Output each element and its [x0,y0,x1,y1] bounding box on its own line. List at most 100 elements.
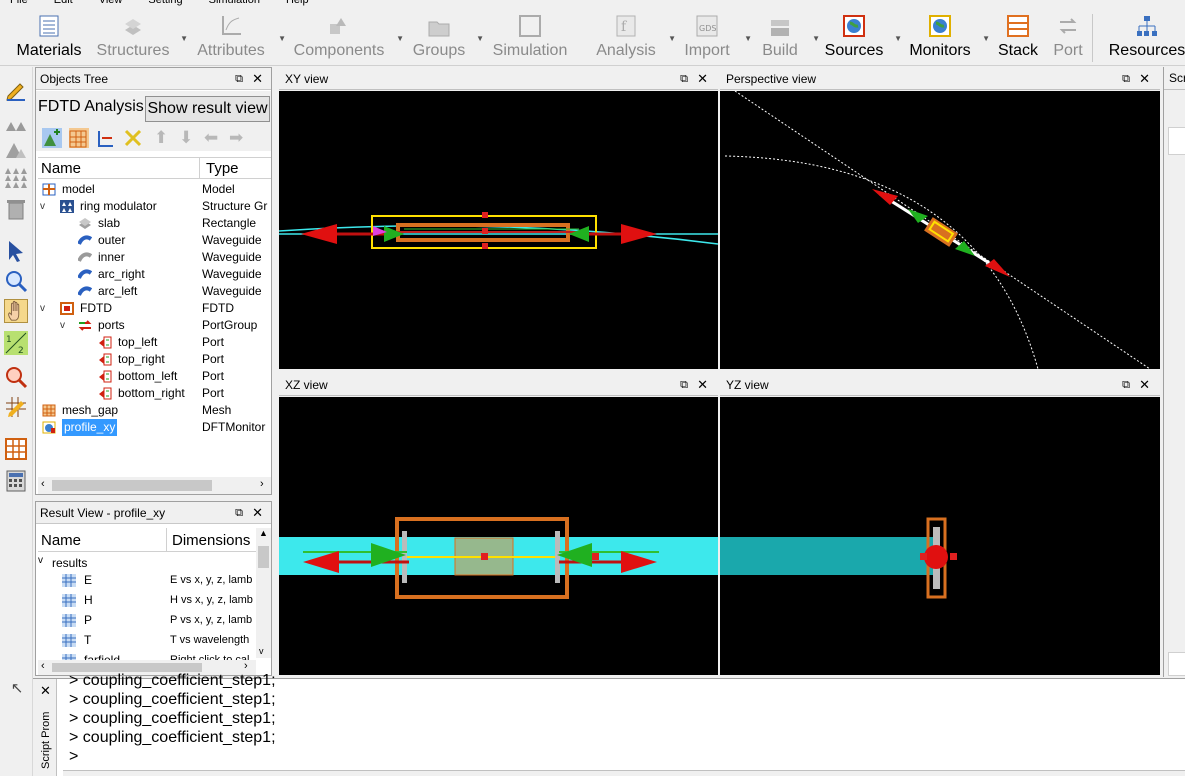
xy-view-canvas[interactable] [279,91,718,369]
float-view-icon[interactable]: ⧉ [1122,68,1130,90]
console-tab[interactable]: Script Prompt [36,711,54,775]
tree-row[interactable]: bottom_right Port [38,385,271,402]
close-panel-icon[interactable]: ✕ [252,502,263,524]
show-result-view-button[interactable]: Show result view [145,96,270,122]
structure-triangle-icon[interactable] [4,137,28,161]
scrollbar-thumb[interactable] [52,480,212,491]
add-structure-icon[interactable] [42,128,62,148]
tree-row[interactable]: outer Waveguide [38,232,271,249]
chevron-down-icon[interactable]: ▼ [894,34,902,43]
tree-row[interactable]: v FDTD FDTD [38,300,271,317]
float-view-icon[interactable]: ⧉ [680,68,688,90]
toolbar-button-port[interactable]: Port [1046,6,1090,66]
results-group-row[interactable]: v results [38,555,256,572]
tree-row[interactable]: mesh_gap Mesh [38,402,271,419]
perspective-view-canvas[interactable] [720,91,1160,369]
close-view-icon[interactable]: ✕ [1139,374,1150,396]
toolbar-button-attributes[interactable]: Attributes ▼ [188,6,286,66]
scrollbar-thumb[interactable] [258,546,269,568]
zoom-region-icon[interactable] [4,365,28,389]
array-icon[interactable] [4,165,28,189]
close-view-icon[interactable]: ✕ [1139,68,1150,90]
toolbar-button-groups[interactable]: Groups ▼ [406,6,484,66]
chevron-down-icon[interactable]: v [60,317,65,334]
result-row[interactable]: P P vs x, y, z, lamb [38,612,256,629]
add-port-icon[interactable] [96,128,116,148]
toolbar-button-sources[interactable]: Sources ▼ [818,6,902,66]
tree-row[interactable]: slab Rectangle [38,215,271,232]
tree-row[interactable]: arc_right Waveguide [38,266,271,283]
toolbar-button-structures[interactable]: Structures ▼ [90,6,188,66]
float-view-icon[interactable]: ⧉ [680,374,688,396]
scroll-up-icon[interactable]: ▲ [259,528,268,538]
toolbar-button-simulation[interactable]: Simulation [484,6,576,66]
script-button[interactable] [1168,652,1185,676]
scroll-right-icon[interactable]: › [260,478,264,490]
column-name[interactable]: Name [41,532,81,549]
float-view-icon[interactable]: ⧉ [1122,374,1130,396]
yz-view-canvas[interactable] [720,397,1160,675]
move-up-icon[interactable]: ⬆ [154,128,168,148]
calculator-icon[interactable] [4,469,28,493]
column-name[interactable]: Name [41,160,81,177]
tree-row[interactable]: top_left Port [38,334,271,351]
add-mesh-icon[interactable] [69,128,89,148]
script-editor-area[interactable] [1168,127,1185,155]
delete-trash-icon[interactable] [4,197,28,221]
scroll-down-icon[interactable]: v [259,646,264,656]
float-panel-icon[interactable]: ⧉ [235,68,243,90]
vertical-scrollbar[interactable]: ▲ v [256,528,271,658]
move-left-icon[interactable]: ⬅ [204,128,218,148]
column-type[interactable]: Type [206,160,239,177]
chevron-down-icon[interactable]: v [38,555,43,566]
zoom-magnifier-icon[interactable] [4,269,28,293]
tree-row[interactable]: inner Waveguide [38,249,271,266]
toolbar-button-build[interactable]: Build ▼ [752,6,820,66]
chevron-down-icon[interactable]: ▼ [278,34,286,43]
close-view-icon[interactable]: ✕ [697,374,708,396]
tree-row[interactable]: arc_left Waveguide [38,283,271,300]
grid-view-icon[interactable] [4,437,28,461]
tree-row[interactable]: v ports PortGroup [38,317,271,334]
close-view-icon[interactable]: ✕ [697,68,708,90]
toolbar-button-resources[interactable]: Resources [1104,6,1185,66]
groups-small-icon[interactable] [4,111,28,135]
toolbar-button-stack[interactable]: Stack [994,6,1042,66]
toolbar-button-components[interactable]: Components ▼ [286,6,404,66]
chevron-down-icon[interactable]: ▼ [476,34,484,43]
ruler-measure-icon[interactable]: 12 [4,331,28,355]
chevron-down-icon[interactable]: ▼ [982,34,990,43]
chevron-down-icon[interactable]: ▼ [180,34,188,43]
toolbar-button-materials[interactable]: Materials [10,6,88,66]
toolbar-button-monitors[interactable]: Monitors ▼ [902,6,990,66]
tree-row[interactable]: top_right Port [38,351,271,368]
tree-row[interactable]: v ring modulator Structure Gr [38,198,271,215]
toolbar-button-analysis[interactable]: f Analysis ▼ [588,6,676,66]
move-right-icon[interactable]: ➡ [229,128,243,148]
tree-row[interactable]: bottom_left Port [38,368,271,385]
add-monitor-icon[interactable] [123,128,143,148]
xz-view-canvas[interactable] [279,397,718,675]
chevron-down-icon[interactable]: v [40,198,45,215]
close-console-icon[interactable]: ✕ [40,683,51,699]
horizontal-scrollbar[interactable]: ‹ › [38,477,271,494]
script-prompt-console[interactable]: ✕ Script Prompt > coupling_coefficient_s… [33,672,1185,776]
result-row[interactable]: T T vs wavelength [38,632,256,649]
move-down-icon[interactable]: ⬇ [179,128,193,148]
chevron-down-icon[interactable]: ▼ [396,34,404,43]
chevron-down-icon[interactable]: ▼ [744,34,752,43]
pan-hand-icon[interactable] [4,299,28,323]
scroll-left-icon[interactable]: ‹ [41,478,45,490]
scroll-left-icon[interactable]: ‹ [41,660,45,672]
mesh-edit-icon[interactable] [4,395,28,419]
toolbar-button-import[interactable]: GDS Import ▼ [674,6,752,66]
tree-row[interactable]: profile_xy DFTMonitor [38,418,271,437]
tree-row[interactable]: model Model [38,181,271,198]
chevron-down-icon[interactable]: v [40,300,45,317]
edit-pencil-icon[interactable] [4,79,28,103]
result-row[interactable]: E E vs x, y, z, lamb [38,572,256,589]
select-pointer-icon[interactable] [4,239,28,263]
float-panel-icon[interactable]: ⧉ [235,502,243,524]
result-row[interactable]: H H vs x, y, z, lamb [38,592,256,609]
close-panel-icon[interactable]: ✕ [252,68,263,90]
